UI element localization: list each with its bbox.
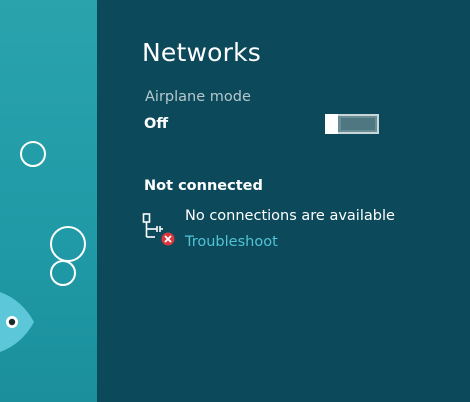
- screen: Networks Airplane mode Off Not connected…: [0, 0, 470, 402]
- airplane-mode-label: Airplane mode: [145, 89, 251, 105]
- airplane-mode-state: Off: [144, 116, 169, 132]
- bubble-small: [20, 141, 46, 167]
- toggle-track: [341, 118, 375, 130]
- desktop-wallpaper-bubbles: [0, 141, 86, 352]
- connection-status-heading: Not connected: [144, 178, 263, 194]
- fish-eye-pupil: [8, 318, 16, 326]
- bubble-medium: [50, 260, 76, 286]
- bubble-large: [50, 226, 86, 262]
- desktop-background: [0, 0, 97, 402]
- toggle-thumb[interactable]: [325, 114, 338, 134]
- connection-status-text: No connections are available: [185, 208, 395, 224]
- airplane-mode-toggle[interactable]: [325, 114, 379, 134]
- troubleshoot-link[interactable]: Troubleshoot: [185, 234, 278, 250]
- networks-panel: Networks Airplane mode Off Not connected…: [97, 0, 470, 402]
- panel-title: Networks: [142, 38, 262, 67]
- network-disconnected-icon: [142, 213, 175, 246]
